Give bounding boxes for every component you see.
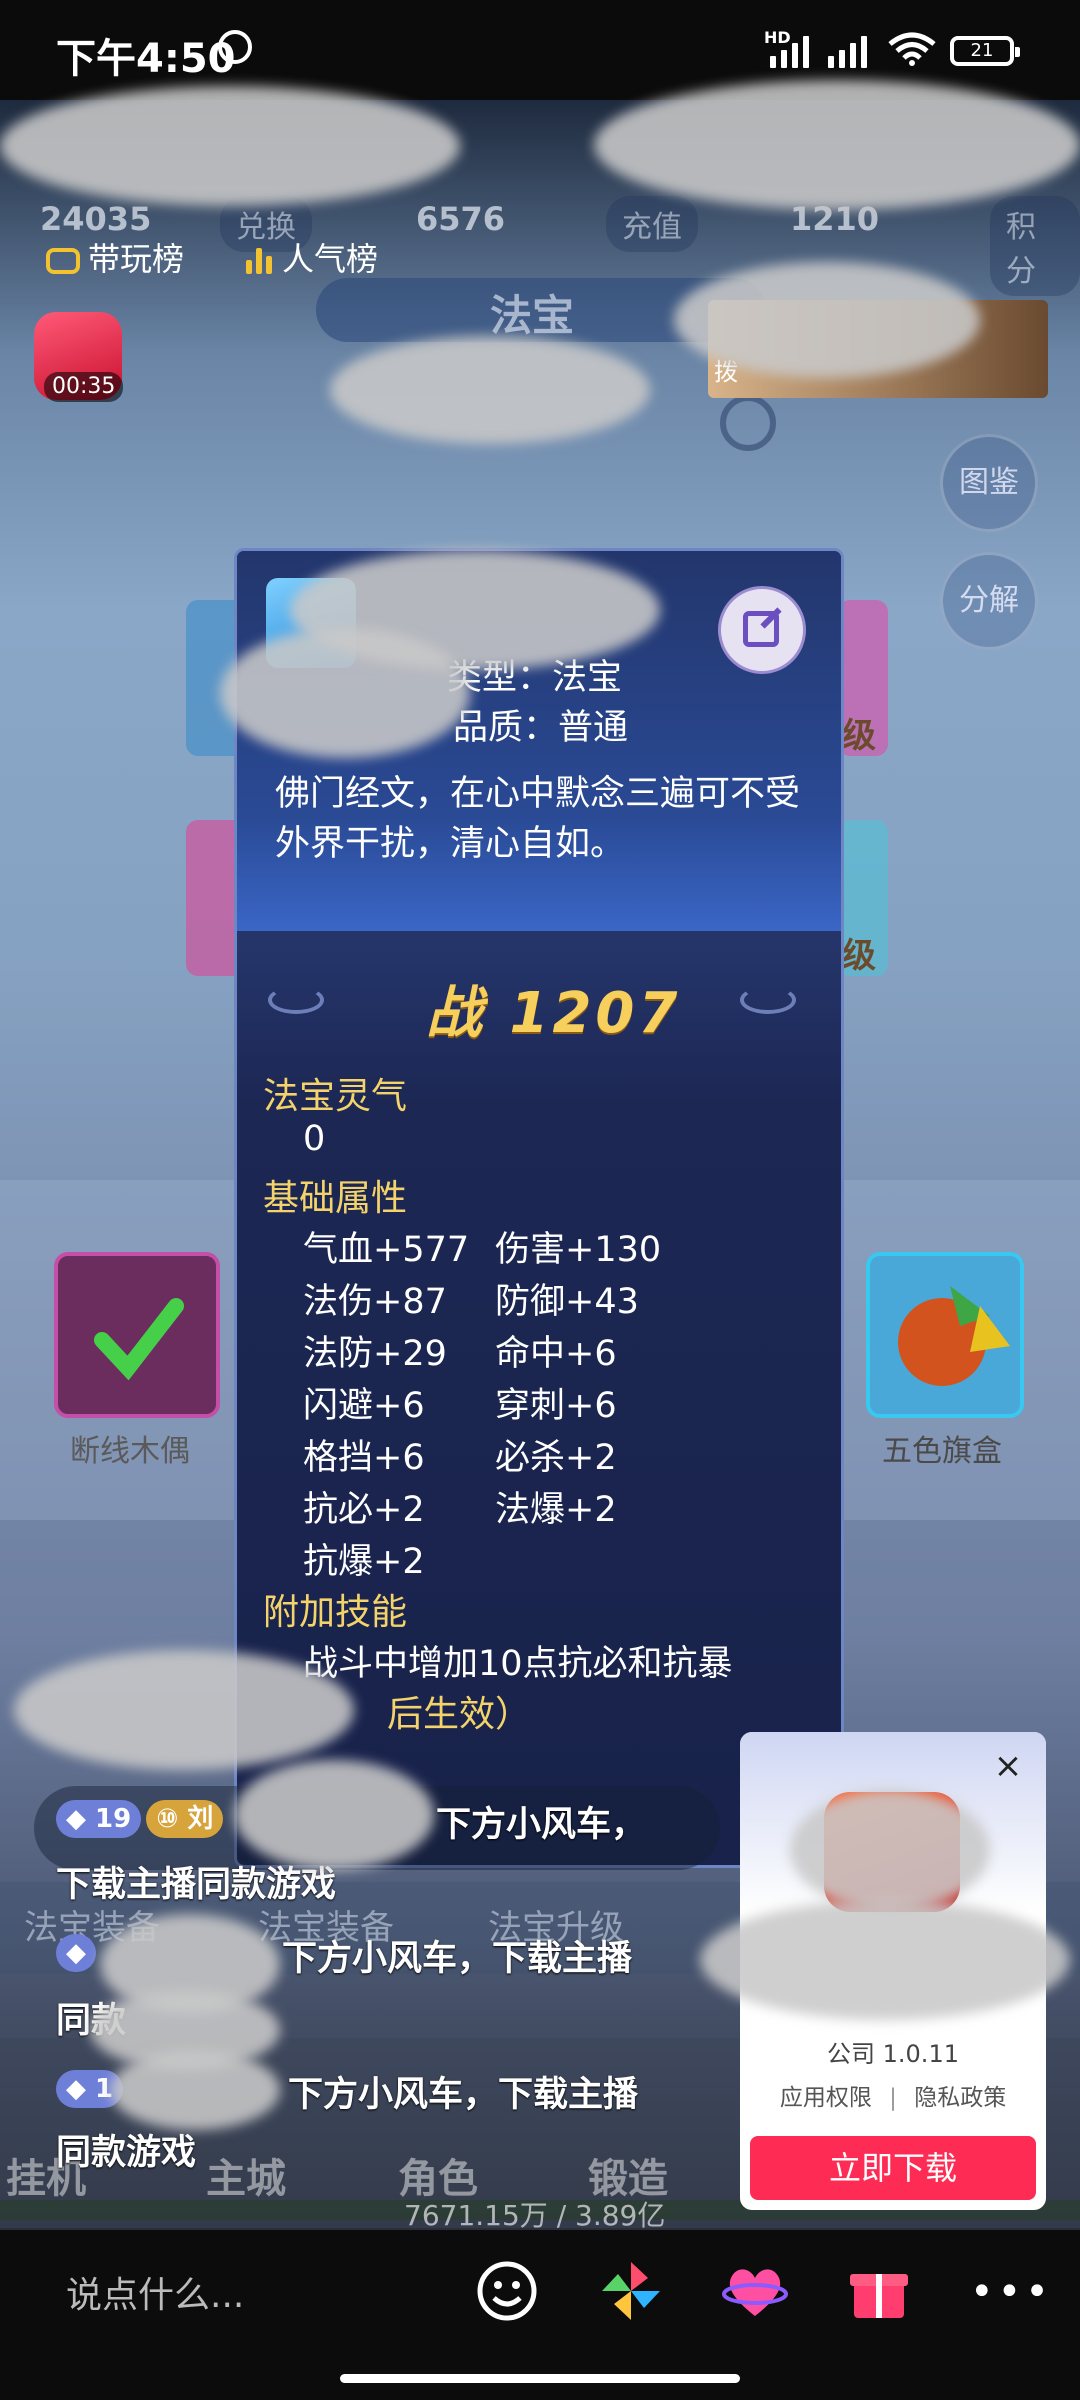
more-icon[interactable]: ••• xyxy=(970,2272,1053,2312)
redaction-blob xyxy=(14,1650,354,1770)
redaction-blob xyxy=(790,1790,990,1910)
redaction-blob xyxy=(110,2050,280,2130)
spirit-heading: 法宝灵气 xyxy=(263,1076,408,1117)
exp-text: 7671.15万 / 3.89亿 xyxy=(404,2199,666,2232)
heart-icon[interactable] xyxy=(722,2258,788,2324)
gift-icon[interactable] xyxy=(846,2258,912,2324)
play-rank-label: 带玩榜 xyxy=(88,240,185,278)
search-icon[interactable] xyxy=(720,395,776,451)
link-separator: | xyxy=(889,2085,897,2111)
recharge-button[interactable]: 充值 xyxy=(606,196,698,252)
attr-magic-def: 法防+29 xyxy=(303,1334,447,1374)
wifi-icon xyxy=(888,32,936,66)
fan-level-badge: ⑩ 刘 xyxy=(146,1800,224,1838)
attr-hit: 命中+6 xyxy=(495,1334,617,1374)
power-score: 战 1207 xyxy=(426,968,681,1049)
redaction-blob xyxy=(594,80,1080,210)
redaction-blob xyxy=(330,336,650,444)
page-title: 法宝 xyxy=(490,291,575,340)
ad-links: 应用权限 | 隐私政策 xyxy=(740,2078,1046,2112)
item-desc-line1: 佛门经文，在心中默念三遍可不受 xyxy=(275,774,801,814)
ornament-left xyxy=(268,986,324,1014)
comment-input[interactable]: 说点什么... xyxy=(66,2266,244,2318)
attr-crit: 必杀+2 xyxy=(495,1438,617,1478)
share-icon[interactable] xyxy=(718,586,806,674)
status-time: 下午4:50 xyxy=(56,36,236,82)
permission-link[interactable]: 应用权限 xyxy=(780,2085,872,2111)
chat-message-1: 下方小风车， xyxy=(436,1805,647,1845)
item-slot-right[interactable] xyxy=(866,1252,1024,1418)
popular-rank-chip[interactable]: 人气榜 xyxy=(246,234,378,280)
gamepad-icon xyxy=(46,248,80,274)
decompose-button[interactable]: 分解 xyxy=(940,552,1038,650)
user-level-badge: ◆ xyxy=(56,1934,96,1972)
power-value: 1207 xyxy=(509,981,682,1046)
flag-box-icon xyxy=(898,1286,1010,1386)
base-attr-heading: 基础属性 xyxy=(263,1178,408,1219)
pinwheel-icon[interactable] xyxy=(598,2258,664,2324)
attr-defense: 防御+43 xyxy=(495,1282,639,1322)
user-level-badge: ◆ 19 xyxy=(56,1800,142,1838)
chat-message-2: 下方小风车，下载主播 xyxy=(282,1939,633,1979)
bar-chart-icon xyxy=(246,248,272,274)
play-rank-chip[interactable]: 带玩榜 xyxy=(46,234,184,280)
attr-dodge: 闪避+6 xyxy=(303,1386,425,1426)
activity-button[interactable]: 积分 xyxy=(990,196,1080,296)
spirit-value: 0 xyxy=(303,1119,326,1159)
attr-crit-res: 抗必+2 xyxy=(303,1490,425,1530)
skill-heading: 附加技能 xyxy=(263,1592,408,1633)
battery-icon: 21 xyxy=(950,36,1020,66)
skill-text: 战斗中增加10点抗必和抗暴 xyxy=(303,1644,733,1684)
download-button[interactable]: 立即下载 xyxy=(750,2136,1036,2200)
privacy-link[interactable]: 隐私政策 xyxy=(914,2085,1006,2111)
app-version: 公司 1.0.11 xyxy=(827,2040,959,2068)
alarm-icon xyxy=(218,30,252,64)
red-packet-timer: 00:35 xyxy=(44,372,124,402)
chat-row-1[interactable]: ◆ 19 ⑩ 刘 xyxy=(56,1800,224,1838)
redaction-blob xyxy=(674,262,980,378)
item-name-right: 五色旗盒 xyxy=(882,1434,1002,1469)
level-tag-2: 级 xyxy=(842,936,876,976)
redaction-blob xyxy=(700,1900,1070,2020)
atlas-button[interactable]: 图鉴 xyxy=(940,434,1038,532)
item-name-left: 断线木偶 xyxy=(70,1434,190,1469)
home-indicator xyxy=(340,2374,740,2383)
coins-value: 24035 xyxy=(40,200,152,238)
redaction-blob xyxy=(220,628,470,758)
emoji-icon[interactable] xyxy=(474,2258,540,2324)
item-slot-left[interactable] xyxy=(54,1252,220,1418)
puppet-icon xyxy=(94,1298,184,1381)
nav-city[interactable]: 主城 xyxy=(206,2146,286,2204)
item-quality: 品质：普通 xyxy=(453,708,629,748)
gems-value: 6576 xyxy=(416,200,506,238)
attr-block: 格挡+6 xyxy=(303,1438,425,1478)
skill-note: 后生效） xyxy=(387,1694,532,1735)
level-tag-1: 级 xyxy=(842,716,876,756)
attr-hp: 气血+577 xyxy=(303,1230,470,1270)
attr-pierce: 穿刺+6 xyxy=(495,1386,617,1426)
signal-icon-2 xyxy=(828,34,867,68)
redaction-blob xyxy=(234,1760,434,1870)
attr-blast-res: 抗爆+2 xyxy=(303,1542,425,1582)
ornament-right xyxy=(740,986,796,1014)
chat-message-3: 下方小风车，下载主播 xyxy=(288,2075,639,2115)
close-icon[interactable]: × xyxy=(988,1746,1028,1786)
popular-rank-label: 人气榜 xyxy=(282,240,379,278)
attr-damage: 伤害+130 xyxy=(495,1230,662,1270)
redaction-blob xyxy=(0,86,460,206)
attr-magic-crit: 法爆+2 xyxy=(495,1490,617,1530)
chat-row-2[interactable]: ◆ xyxy=(56,1934,96,1972)
signal-icon xyxy=(770,34,809,68)
attr-magic-dmg: 法伤+87 xyxy=(303,1282,447,1322)
power-label: 战 xyxy=(426,981,486,1046)
item-desc-line2: 外界干扰，清心自如。 xyxy=(275,824,626,864)
chat-message-3-cont: 同款游戏 xyxy=(56,2133,197,2173)
